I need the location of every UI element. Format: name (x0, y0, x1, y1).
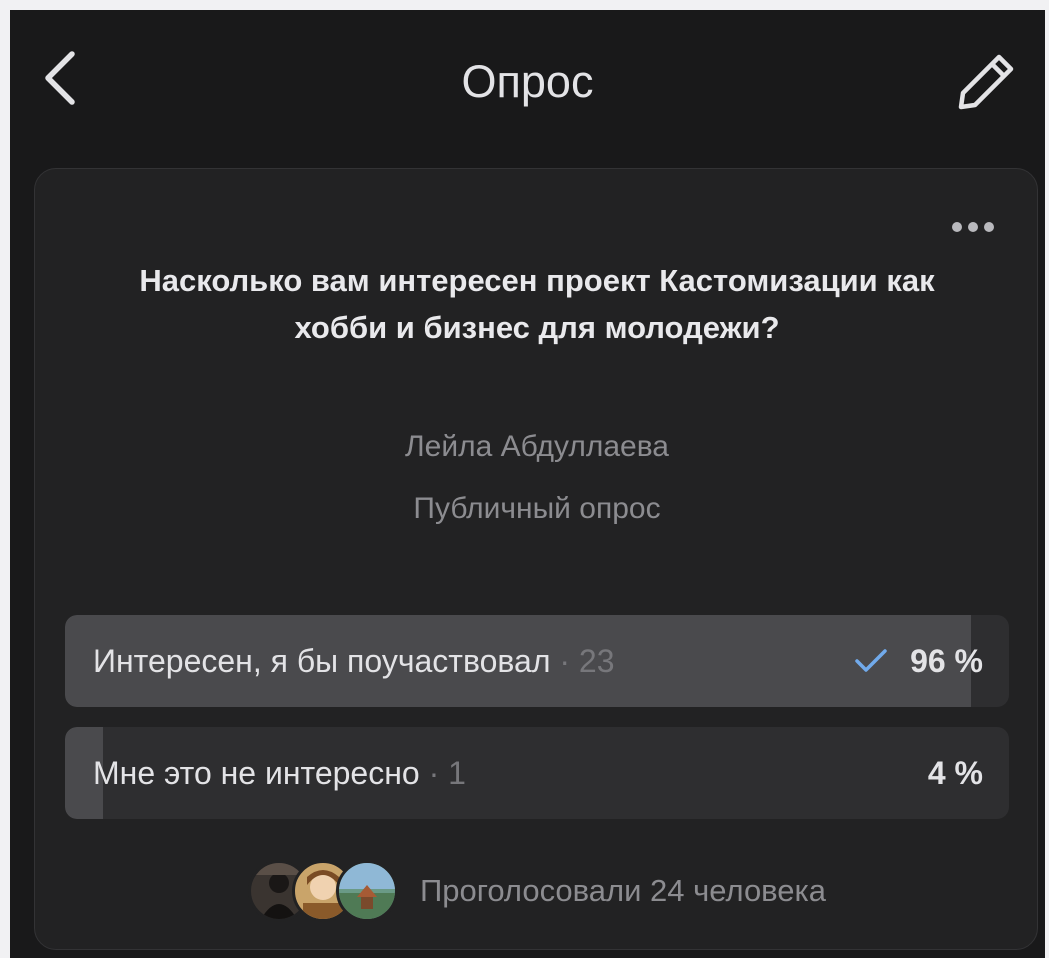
poll-screen: Опрос Насколько вам интересен проект Кас… (10, 10, 1045, 958)
option-separator: · (428, 755, 440, 791)
voter-avatars (247, 860, 398, 922)
option-vote-count: 23 (578, 643, 615, 679)
option-result: 96 % (854, 615, 983, 707)
poll-option-interested[interactable]: Интересен, я бы поучаствовал · 23 96 % (65, 615, 1009, 707)
more-button[interactable] (947, 213, 999, 241)
back-button[interactable] (32, 46, 88, 110)
chevron-left-icon (45, 51, 75, 105)
more-horizontal-icon (952, 222, 994, 232)
poll-type: Публичный опрос (413, 492, 661, 525)
option-label: Интересен, я бы поучаствовал · 23 (93, 615, 615, 707)
poll-card: Насколько вам интересен проект Кастомиза… (34, 168, 1038, 950)
page-title: Опрос (461, 56, 594, 107)
avatar (335, 860, 398, 922)
option-vote-count: 1 (448, 755, 466, 791)
option-label: Мне это не интересно · 1 (93, 727, 466, 819)
poll-option-not-interested[interactable]: Мне это не интересно · 1 4 % (65, 727, 1009, 819)
poll-question: Насколько вам интересен проект Кастомиза… (139, 263, 935, 345)
edit-button[interactable] (950, 46, 1022, 118)
checkmark-icon (855, 649, 887, 672)
option-percent: 96 % (910, 642, 983, 679)
option-percent: 4 % (927, 754, 983, 791)
option-text: Интересен, я бы поучаствовал (93, 643, 551, 679)
poll-author[interactable]: Лейла Абдуллаева (35, 427, 1039, 467)
top-bar: Опрос (10, 10, 1045, 150)
voters-summary[interactable]: Проголосовали 24 человека (35, 859, 1039, 923)
voters-count-text: Проголосовали 24 человека (419, 873, 827, 908)
pencil-icon (958, 54, 1014, 110)
option-separator: · (559, 643, 571, 679)
option-result: 4 % (928, 727, 983, 819)
option-text: Мне это не интересно (93, 755, 420, 791)
